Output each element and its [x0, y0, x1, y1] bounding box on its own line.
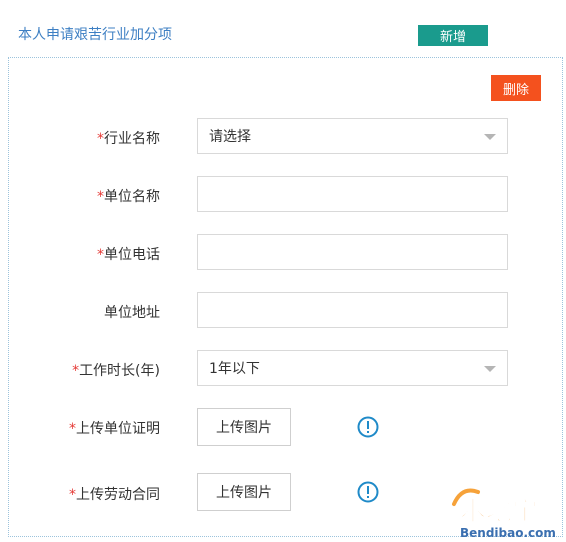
section-title: 本人申请艰苦行业加分项 [18, 27, 172, 43]
upload-unit-proof-button[interactable]: 上传图片 [197, 408, 291, 446]
required-mark: * [69, 421, 76, 437]
company-phone-label: *单位电话 [97, 244, 160, 264]
company-phone-field[interactable] [197, 234, 508, 270]
company-address-label: 单位地址 [104, 302, 160, 322]
required-mark: * [69, 487, 76, 503]
company-name-field[interactable] [197, 176, 508, 212]
upload-labor-contract-button[interactable]: 上传图片 [197, 473, 291, 511]
industry-select-value: 请选择 [209, 129, 251, 145]
watermark-domain: Bendibao.com [460, 526, 556, 540]
chevron-down-icon [484, 134, 496, 140]
company-name-label-text: 单位名称 [104, 189, 160, 205]
required-mark: * [72, 363, 80, 379]
industry-select[interactable]: 请选择 [197, 118, 508, 154]
industry-label: *行业名称 [97, 128, 160, 148]
company-phone-label-text: 单位电话 [104, 247, 160, 263]
work-years-select-value: 1年以下 [209, 361, 260, 377]
bendibao-watermark-logo: 本地宝 Bendibao.com [452, 488, 556, 540]
required-mark: * [97, 131, 104, 147]
info-icon[interactable] [357, 416, 379, 438]
unit-proof-label-text: 上传单位证明 [76, 421, 160, 437]
company-address-field[interactable] [197, 292, 508, 328]
industry-label-text: 行业名称 [104, 131, 160, 147]
company-name-label: *单位名称 [97, 186, 160, 206]
unit-proof-label: *上传单位证明 [69, 418, 160, 438]
info-icon[interactable] [357, 481, 379, 503]
delete-button[interactable]: 删除 [491, 75, 541, 101]
required-mark: * [97, 189, 104, 205]
add-button[interactable]: 新增 [418, 25, 488, 46]
labor-contract-label: *上传劳动合同 [69, 484, 160, 504]
chevron-down-icon [484, 366, 496, 372]
work-years-select[interactable]: 1年以下 [197, 350, 508, 386]
required-mark: * [97, 247, 104, 263]
work-years-label: *工作时长(年) [72, 360, 160, 380]
labor-contract-label-text: 上传劳动合同 [76, 487, 160, 503]
company-address-label-text: 单位地址 [104, 305, 160, 321]
watermark-text: 本地宝 [460, 496, 538, 527]
work-years-label-text: 工作时长(年) [79, 363, 160, 379]
